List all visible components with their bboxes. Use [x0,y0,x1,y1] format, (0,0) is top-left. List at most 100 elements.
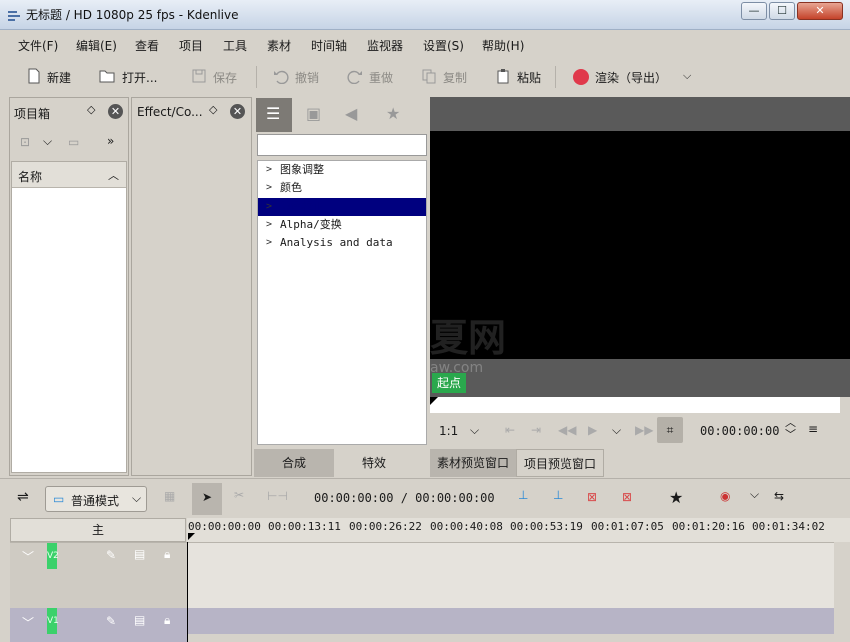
copy-button[interactable]: 复制 [443,69,467,86]
save-button[interactable]: 保存 [213,69,237,86]
play-icon[interactable]: ▶ [588,423,597,437]
lock-track-icon[interactable]: 🔒︎ [164,613,170,628]
project-bin-panel: 项目箱 ◇ ✕ ⊡ ⌵ ▭ » 名称 ︿ [9,97,129,476]
master-track-header[interactable]: 主 [10,518,186,542]
record-audio-icon[interactable]: ◉ [720,489,730,503]
audio-effects-icon[interactable]: ◀ [345,104,357,123]
fast-forward-icon[interactable]: ▶▶ [635,423,653,437]
timecode-spinner-icon[interactable]: ︿ ﹀ [785,417,796,441]
play-dropdown-icon[interactable]: ⌵ [612,423,621,438]
menu-project[interactable]: 项目 [179,37,203,54]
track-header-v2[interactable]: ﹀ V2 ✎ ▤ 🔒︎ [10,542,187,608]
redo-button[interactable]: 重做 [369,69,393,86]
effects-wand-icon[interactable]: ✎ [106,614,116,628]
crop-icon[interactable]: ⌗ [657,417,683,443]
overwrite-icon[interactable]: ⊥ [553,488,563,502]
effect-tree[interactable]: > 图象调整 > 颜色 > 颜色校正 > Alpha/变换 > Analysis and … [257,160,427,445]
lock-track-icon[interactable]: 🔒︎ [164,547,170,562]
go-to-start-icon[interactable]: ⇤ [505,423,515,437]
ruler-label: 00:00:13:11 [268,520,341,533]
menu-file[interactable]: 文件(F) [18,37,58,54]
paste-button[interactable]: 粘贴 [517,69,541,86]
rewind-icon[interactable]: ◀◀ [558,423,576,437]
zoom-select[interactable]: 1:1 [439,424,458,438]
effects-wand-icon[interactable]: ✎ [106,548,116,562]
effect-search-input[interactable] [257,134,427,156]
timeline-menu-icon[interactable]: ⇆ [774,489,784,503]
tree-item[interactable]: > 颜色 [258,179,426,197]
video-effects-icon[interactable]: ▣ [306,104,321,123]
favorite-star-icon[interactable]: ★ [669,488,683,507]
extract-icon[interactable]: ⊠ [622,490,632,504]
go-to-end-icon[interactable]: ⇥ [531,423,541,437]
monitor-menu-icon[interactable]: ≡ [808,422,818,436]
tab-effects[interactable]: 特效 [334,449,414,477]
render-dropdown-chevron-icon[interactable]: ⌵ [683,69,691,83]
tab-clip-monitor[interactable]: 素材预览窗口 [430,449,516,477]
list-view-tab[interactable]: ☰ [256,98,292,132]
maximize-button[interactable]: ☐ [769,2,795,20]
open-button[interactable]: 打开... [122,69,157,86]
track-header-v1[interactable]: ﹀ V1 ✎ ▤ 🔒︎ [10,608,187,642]
tab-project-monitor[interactable]: 项目预览窗口 [516,449,604,477]
watermark-text: 夏网 [430,316,507,360]
bin-header[interactable]: 名称 ︿ [12,162,126,188]
kdenlive-logo-icon [8,11,20,21]
spacer-icon[interactable]: ⊢⊣ [267,489,288,503]
render-button[interactable]: 渲染（导出） [595,69,667,86]
insert-icon[interactable]: ⊥ [518,488,528,502]
menu-monitor[interactable]: 监视器 [367,37,403,54]
close-panel-icon[interactable]: ✕ [230,104,245,119]
lift-icon[interactable]: ⊠ [587,490,597,504]
menu-view[interactable]: 查看 [135,37,159,54]
edit-mode-dropdown-icon: ⌵ [132,491,142,505]
menu-help[interactable]: 帮助(H) [482,37,524,54]
selection-tool[interactable]: ➤ [192,483,222,515]
tree-item[interactable]: > 图象调整 [258,161,426,179]
project-bin-title: 项目箱 [14,107,51,121]
favorites-icon[interactable]: ★ [386,104,400,123]
monitor-ruler[interactable] [430,397,840,413]
razor-icon[interactable]: ✂ [234,488,244,502]
paste-icon [497,69,509,84]
track-lane-v1[interactable] [188,608,834,634]
more-tools-icon[interactable]: » [107,134,114,148]
menu-edit[interactable]: 编辑(E) [76,37,117,54]
float-panel-icon[interactable]: ◇ [87,103,95,116]
tree-item-selected[interactable]: > 颜色校正 [258,198,426,216]
bin-list[interactable]: 名称 ︿ [11,161,127,473]
add-clip-dropdown-icon[interactable]: ⌵ [43,134,52,149]
track-lane-v2[interactable] [188,542,834,608]
new-button[interactable]: 新建 [47,69,71,86]
zoom-dropdown-icon[interactable]: ⌵ [470,423,479,438]
hide-track-film-icon[interactable]: ▤ [134,547,145,561]
tree-item[interactable]: > Alpha/变换 [258,216,426,234]
monitor-timecode[interactable]: 00:00:00:00 [700,424,779,438]
close-button[interactable]: ✕ [797,2,843,20]
menu-settings[interactable]: 设置(S) [423,37,464,54]
close-panel-icon[interactable]: ✕ [108,104,123,119]
folder-icon[interactable]: ▭ [68,135,79,149]
hide-track-film-icon[interactable]: ▤ [134,613,145,627]
timeline-playhead[interactable] [188,533,195,540]
collapse-chevron-icon[interactable]: ﹀ [22,614,34,631]
minimize-button[interactable]: — [741,2,767,20]
undo-button[interactable]: 撤销 [295,69,319,86]
collapse-chevron-icon[interactable]: ﹀ [22,548,34,565]
menu-timeline[interactable]: 时间轴 [311,37,347,54]
add-clip-icon[interactable]: ⊡ [20,135,30,149]
tab-compositions[interactable]: 合成 [254,449,334,477]
track-config-icon[interactable]: ⇌ [17,489,29,505]
in-point-marker[interactable]: 起点 [432,373,466,393]
edit-mode-select[interactable]: ▭ 普通模式 ⌵ [45,486,147,512]
menu-clip[interactable]: 素材 [267,37,291,54]
effect-browser: ☰ ▣ ◀ ★ > 图象调整 > 颜色 > 颜色校正 > Alpha/变换 > Analy… [254,97,428,477]
float-panel-icon[interactable]: ◇ [209,103,217,116]
tree-item[interactable]: > Analysis and data [258,234,426,252]
expand-icon: > [266,219,273,230]
ruler-label: 00:01:34:02 [752,520,825,533]
multicam-icon[interactable]: ▦ [164,489,175,503]
record-dropdown-icon[interactable]: ⌵ [750,487,759,502]
column-name-label: 名称 [18,170,43,184]
menu-tools[interactable]: 工具 [223,37,247,54]
